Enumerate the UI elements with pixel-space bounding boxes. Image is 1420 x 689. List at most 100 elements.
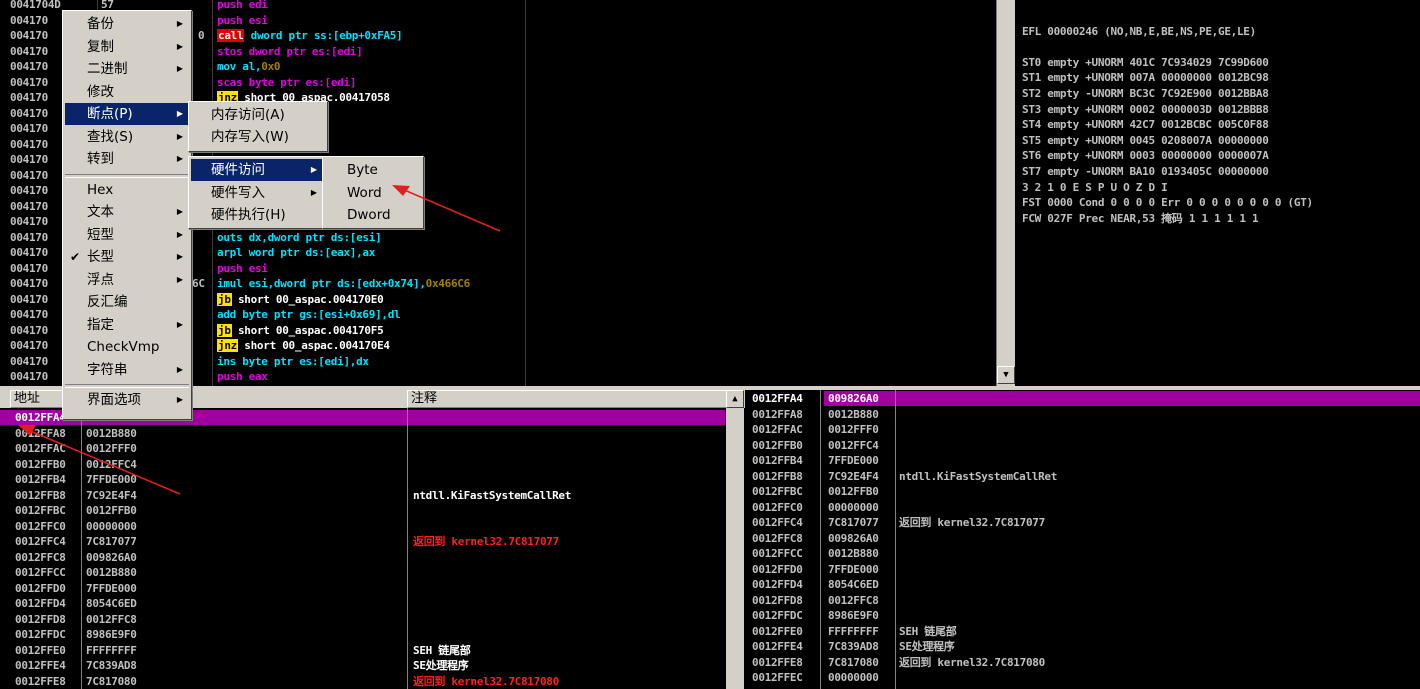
dump-value[interactable]: 0012FFC4 [86, 457, 137, 473]
register-line[interactable]: ST6 empty +UNORM 0003 00000000 0000007A [1022, 148, 1269, 164]
stack-address[interactable]: 0012FFC4 [752, 515, 803, 531]
menu-item[interactable]: Hex [65, 179, 189, 201]
register-line[interactable]: FST 0000 Cond 0 0 0 0 Err 0 0 0 0 0 0 0 … [1022, 195, 1313, 211]
register-line[interactable]: ST2 empty -UNORM BC3C 7C92E900 0012BBA8 [1022, 86, 1269, 102]
dump-value[interactable]: 7C817077 [86, 534, 137, 550]
stack-value[interactable]: 7C839AD8 [828, 639, 879, 655]
dump-address[interactable]: 0012FFD0 [15, 581, 66, 597]
menu-item[interactable]: 内存访问(A) [191, 104, 325, 126]
register-line[interactable]: 3 2 1 0 E S P U O Z D I [1022, 180, 1168, 196]
menu-item[interactable]: 断点(P) ▶ [65, 103, 189, 125]
dump-address[interactable]: 0012FFC8 [15, 550, 66, 566]
menu-item[interactable]: 界面选项 ▶ [65, 389, 189, 411]
dump-address[interactable]: 0012FFA4 [15, 410, 66, 426]
column-header-comment[interactable]: 注释 [407, 390, 728, 408]
instruction-address[interactable]: 004170 [10, 28, 48, 44]
stack-address[interactable]: 0012FFC8 [752, 531, 803, 547]
instruction-text[interactable]: outs dx,dword ptr ds:[esi] [217, 230, 382, 246]
dump-address[interactable]: 0012FFAC [15, 441, 66, 457]
menu-item[interactable]: 二进制 ▶ [65, 58, 189, 80]
stack-address[interactable]: 0012FFB4 [752, 453, 803, 469]
stack-address[interactable]: 0012FFE8 [752, 655, 803, 671]
instruction-address[interactable]: 004170 [10, 13, 48, 29]
breakpoint-submenu[interactable]: 内存访问(A) 内存写入(W) [188, 101, 328, 152]
register-line[interactable]: ST5 empty +UNORM 0045 0208007A 00000000 [1022, 133, 1269, 149]
stack-address[interactable]: 0012FFB8 [752, 469, 803, 485]
access-size-submenu[interactable]: Byte Word Dword [322, 156, 424, 229]
stack-value[interactable]: 8054C6ED [828, 577, 879, 593]
dump-value[interactable]: 8986E9F0 [86, 627, 137, 643]
stack-value[interactable]: 0012B880 [828, 407, 879, 423]
instruction-hex[interactable]: 6C [192, 276, 205, 292]
instruction-address[interactable]: 004170 [10, 230, 48, 246]
instruction-text[interactable]: push eax [217, 369, 268, 385]
stack-address[interactable]: 0012FFDC [752, 608, 803, 624]
menu-item[interactable]: 复制 ▶ [65, 36, 189, 58]
instruction-hex[interactable]: 0 [198, 28, 205, 44]
menu-item[interactable]: 字符串 ▶ [65, 359, 189, 381]
menu-item[interactable]: Dword [325, 204, 421, 226]
instruction-address[interactable]: 004170 [10, 307, 48, 323]
stack-pane[interactable]: 0012FFA4 009826A0 0012FFA8 0012B880 0012FFAC… [748, 390, 1420, 689]
stack-value[interactable]: 009826A0 [828, 531, 879, 547]
menu-item[interactable]: 内存写入(W) [191, 126, 325, 148]
dump-value[interactable]: 0012FFF0 [86, 441, 137, 457]
dump-value[interactable]: 0012FFC8 [86, 612, 137, 628]
instruction-address[interactable]: 004170 [10, 121, 48, 137]
scroll-down-arrow-icon[interactable]: ▼ [997, 366, 1015, 384]
dump-address[interactable]: 0012FFBC [15, 503, 66, 519]
dump-address[interactable]: 0012FFE0 [15, 643, 66, 659]
dump-address[interactable]: 0012FFE4 [15, 658, 66, 674]
menu-item[interactable]: 备份 ▶ [65, 13, 189, 35]
instruction-text[interactable]: imul esi,dword ptr ds:[edx+0x74],0x466C6 [217, 276, 470, 292]
stack-value[interactable]: 0012FFB0 [828, 484, 879, 500]
scroll-up-arrow-icon[interactable]: ▲ [726, 390, 744, 408]
dump-address[interactable]: 0012FFC0 [15, 519, 66, 535]
dump-comment[interactable]: SEH 链尾部 [413, 643, 471, 659]
stack-comment[interactable]: SEH 链尾部 [899, 624, 957, 640]
stack-address[interactable]: 0012FFBC [752, 484, 803, 500]
stack-address[interactable]: 0012FFEC [752, 670, 803, 686]
menu-item[interactable]: Word [325, 182, 421, 204]
dump-address[interactable]: 0012FFDC [15, 627, 66, 643]
stack-value[interactable]: 7C817080 [828, 655, 879, 671]
menu-item[interactable]: 硬件访问 ▶ [191, 159, 323, 181]
instruction-address[interactable]: 004170 [10, 354, 48, 370]
stack-comment[interactable]: 返回到 kernel32.7C817080 [899, 655, 1045, 671]
stack-value[interactable]: 8986E9F0 [828, 608, 879, 624]
dump-value[interactable]: 009826A0 [86, 550, 137, 566]
instruction-address[interactable]: 004170 [10, 137, 48, 153]
register-line[interactable]: ST4 empty +UNORM 42C7 0012BCBC 005C0F88 [1022, 117, 1269, 133]
instruction-text[interactable]: push esi [217, 261, 268, 277]
context-menu[interactable]: 备份 ▶ 复制 ▶ 二进制 ▶ 修改 断点(P) ▶ 查找(S) ▶ 转到 ▶ Hex 文本 ▶ 短型 ▶ 长型 ✔ ▶… [62, 10, 192, 420]
dump-comment[interactable]: SE处理程序 [413, 658, 469, 674]
stack-value[interactable]: 7C817077 [828, 515, 879, 531]
dump-value[interactable]: 8054C6ED [86, 596, 137, 612]
instruction-address[interactable]: 004170 [10, 369, 48, 385]
dump-value[interactable]: 7FFDE000 [86, 581, 137, 597]
stack-address[interactable]: 0012FFA8 [752, 407, 803, 423]
register-line[interactable]: ST1 empty +UNORM 007A 00000000 0012BC98 [1022, 70, 1269, 86]
register-line[interactable]: ST0 empty +UNORM 401C 7C934029 7C99D600 [1022, 55, 1269, 71]
dump-address[interactable]: 0012FFC4 [15, 534, 66, 550]
dump-address[interactable]: 0012FFB8 [15, 488, 66, 504]
menu-item[interactable]: 修改 [65, 81, 189, 103]
stack-value[interactable]: FFFFFFFF [828, 624, 879, 640]
dump-address[interactable]: 0012FFD8 [15, 612, 66, 628]
dump-value[interactable]: 0012B880 [86, 565, 137, 581]
menu-item[interactable]: Byte [325, 159, 421, 181]
dump-value[interactable]: 7C817080 [86, 674, 137, 689]
instruction-address[interactable]: 004170 [10, 75, 48, 91]
register-line[interactable]: FCW 027F Prec NEAR,53 掩码 1 1 1 1 1 1 [1022, 211, 1259, 227]
dump-comment[interactable]: 返回到 kernel32.7C817080 [413, 674, 559, 689]
instruction-address[interactable]: 004170 [10, 276, 48, 292]
menu-item[interactable]: 浮点 ▶ [65, 269, 189, 291]
instruction-address[interactable]: 004170 [10, 338, 48, 354]
registers-pane[interactable]: EFL 00000246 (NO,NB,E,BE,NS,PE,GE,LE) ST0… [1016, 0, 1420, 386]
dump-address[interactable]: 0012FFB0 [15, 457, 66, 473]
instruction-address[interactable]: 004170 [10, 44, 48, 60]
dump-address[interactable]: 0012FFA8 [15, 426, 66, 442]
instruction-text[interactable]: jb short 00_aspac.004170F5 [217, 323, 384, 339]
instruction-text[interactable]: jnz short 00_aspac.004170E4 [217, 338, 390, 354]
dump-value[interactable]: 0012B880 [86, 426, 137, 442]
